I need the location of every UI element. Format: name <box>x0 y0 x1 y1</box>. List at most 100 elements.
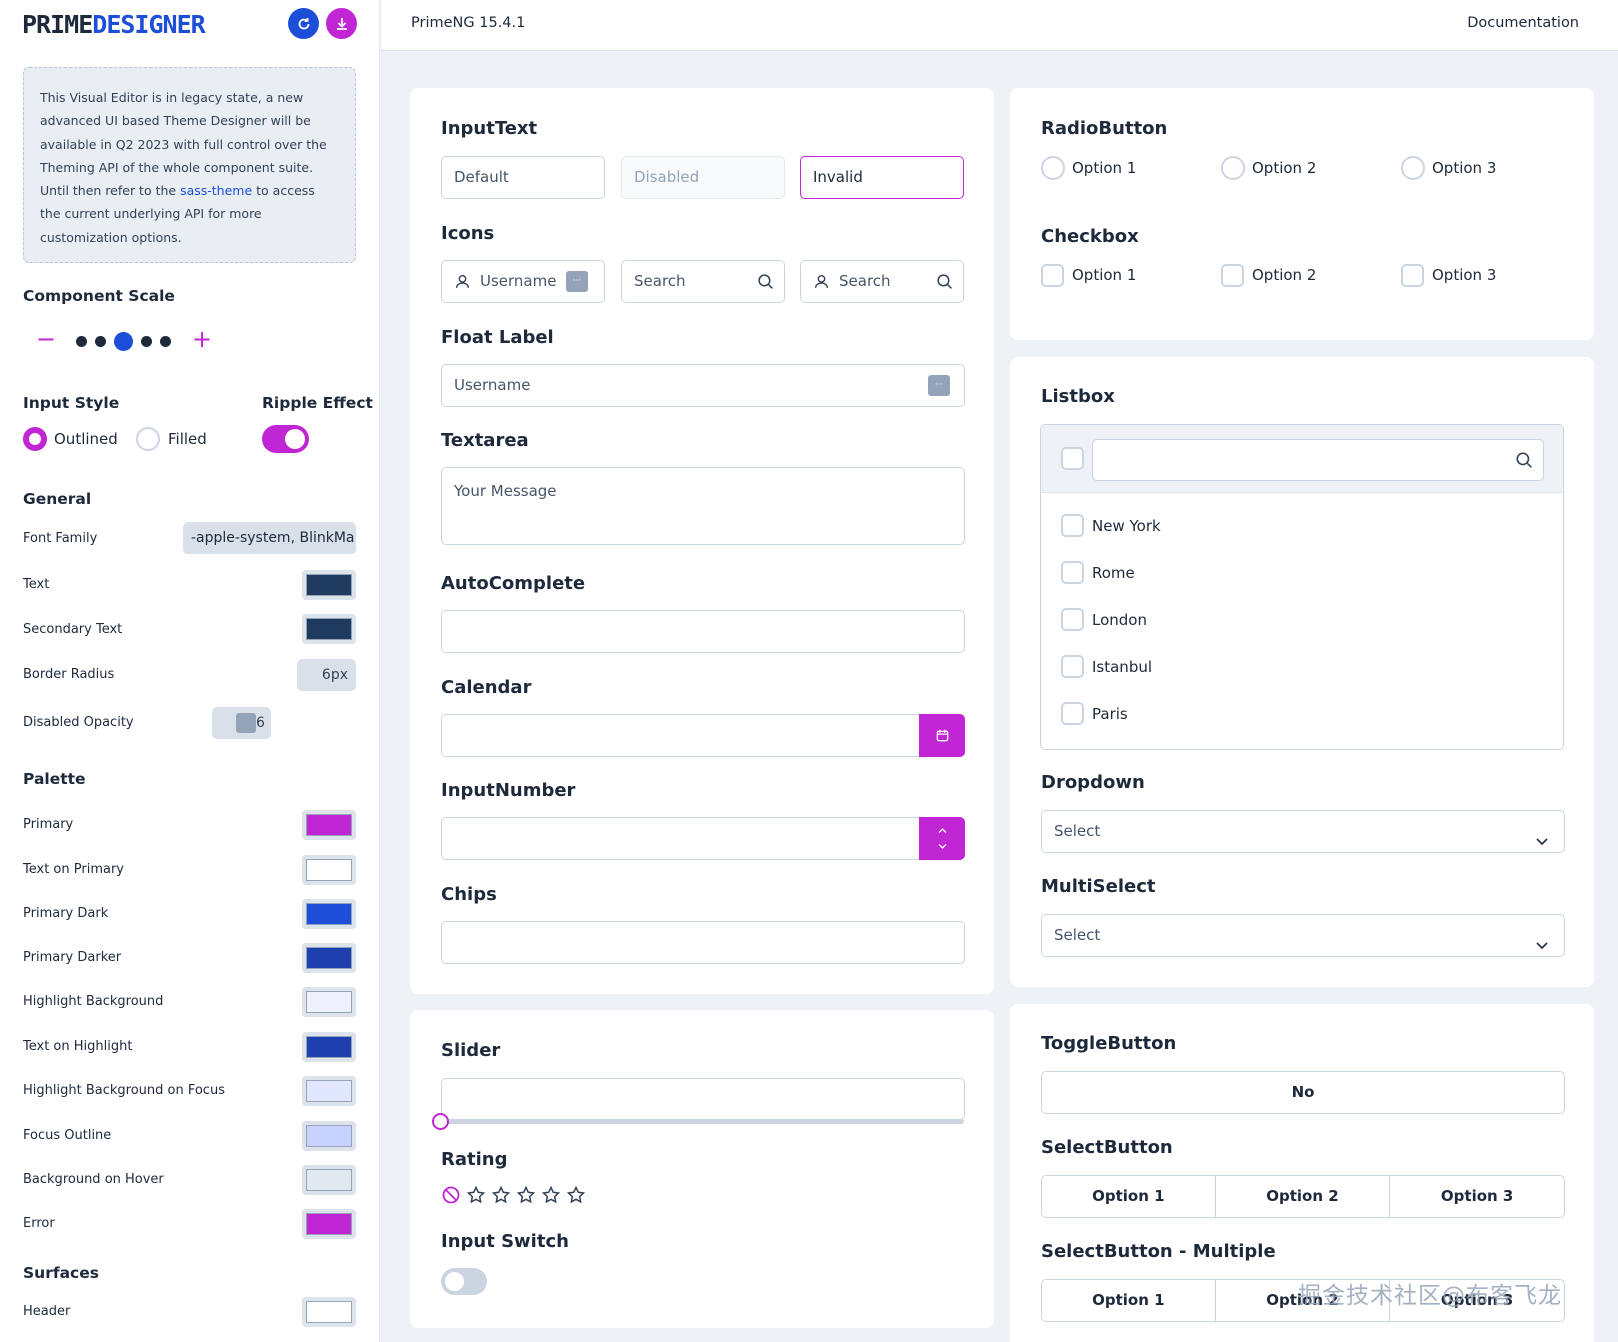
list-item[interactable]: Rome <box>1041 552 1563 596</box>
slider-handle[interactable] <box>432 1113 449 1130</box>
outlined-radio[interactable] <box>23 427 47 451</box>
disabled-opacity-label: Disabled Opacity <box>23 715 134 730</box>
slider-value-input[interactable] <box>441 1078 965 1120</box>
swatch-fill <box>306 1080 352 1102</box>
inputnumber-input[interactable] <box>441 817 921 860</box>
disabled-opacity-input[interactable]: 6 <box>212 707 271 739</box>
checkbox-option-2[interactable] <box>1221 264 1244 287</box>
calendar-button[interactable] <box>919 714 965 757</box>
slider-track[interactable] <box>440 1119 964 1124</box>
primedesigner-logo: PRIMEDESIGNER <box>22 10 206 39</box>
inputnumber-spinner[interactable] <box>919 817 965 860</box>
chevron-down-icon[interactable] <box>937 841 948 852</box>
scale-step-2[interactable] <box>95 336 106 347</box>
selectbutton-option-3[interactable]: Option 3 <box>1389 1175 1565 1218</box>
input-switch[interactable] <box>441 1268 487 1295</box>
radio-option-1[interactable] <box>1041 156 1065 180</box>
radio-option-2[interactable] <box>1221 156 1245 180</box>
list-item-label: Rome <box>1092 564 1135 582</box>
list-item-checkbox[interactable] <box>1061 655 1084 678</box>
list-item-label: Istanbul <box>1092 658 1153 676</box>
font-family-input[interactable]: -apple-system, BlinkMa <box>183 522 356 554</box>
autocomplete-input[interactable] <box>441 610 965 653</box>
default-input[interactable]: Default <box>441 156 605 199</box>
header-surface-swatch[interactable] <box>302 1297 356 1327</box>
list-item-checkbox[interactable] <box>1061 608 1084 631</box>
star-icon[interactable] <box>491 1185 511 1205</box>
error-swatch[interactable] <box>302 1209 356 1239</box>
scale-increase-button[interactable]: + <box>192 327 212 351</box>
chips-title: Chips <box>441 884 497 905</box>
star-icon[interactable] <box>516 1185 536 1205</box>
download-button[interactable] <box>326 8 357 39</box>
sass-theme-link[interactable]: sass-theme <box>180 183 252 198</box>
rating-cancel-icon[interactable] <box>441 1185 461 1205</box>
highlight-background-swatch[interactable] <box>302 987 356 1017</box>
documentation-link[interactable]: Documentation <box>1467 15 1579 31</box>
text-color-swatch[interactable] <box>302 570 356 600</box>
message-textarea[interactable]: Your Message <box>441 467 965 545</box>
chips-input[interactable] <box>441 921 965 964</box>
focus-outline-swatch[interactable] <box>302 1121 356 1151</box>
checkbox-option-3[interactable] <box>1401 264 1424 287</box>
error-label: Error <box>23 1216 55 1231</box>
dropdown-select[interactable]: Select <box>1041 810 1565 853</box>
search-input-both-icons[interactable]: Search <box>800 260 964 303</box>
selectbutton-option-1[interactable]: Option 1 <box>1041 1175 1216 1218</box>
float-label-input[interactable]: Username ··· <box>441 364 965 407</box>
background-on-hover-swatch[interactable] <box>302 1165 356 1195</box>
toggle-button[interactable]: No <box>1041 1071 1565 1114</box>
calendar-input[interactable] <box>441 714 921 757</box>
star-icon[interactable] <box>566 1185 586 1205</box>
username-icon-input[interactable]: Username ··· <box>441 260 605 303</box>
listbox-filter-input[interactable] <box>1092 439 1544 481</box>
theme-designer-sidebar: PRIMEDESIGNER This Visual Editor is in l… <box>0 0 380 1342</box>
checkbox-option-1[interactable] <box>1041 264 1064 287</box>
general-title: General <box>23 490 92 508</box>
highlight-background-on-focus-swatch[interactable] <box>302 1076 356 1106</box>
text-on-highlight-swatch[interactable] <box>302 1032 356 1062</box>
radiobutton-title: RadioButton <box>1041 118 1168 139</box>
selectbutton-multiple-option-1[interactable]: Option 1 <box>1041 1279 1216 1322</box>
select-all-checkbox[interactable] <box>1061 447 1084 470</box>
filled-label: Filled <box>168 430 207 448</box>
scale-step-4[interactable] <box>141 336 152 347</box>
list-item[interactable]: New York <box>1041 505 1563 549</box>
calendar-title: Calendar <box>441 677 532 698</box>
list-item[interactable]: Paris <box>1041 693 1563 737</box>
filled-radio[interactable] <box>136 427 160 451</box>
list-item-checkbox[interactable] <box>1061 514 1084 537</box>
inputnumber-title: InputNumber <box>441 780 576 801</box>
list-item[interactable]: Istanbul <box>1041 646 1563 690</box>
primary-swatch[interactable] <box>302 810 356 840</box>
list-item-checkbox[interactable] <box>1061 702 1084 725</box>
secondary-text-swatch[interactable] <box>302 614 356 644</box>
list-item-checkbox[interactable] <box>1061 561 1084 584</box>
search-input-right-icon[interactable]: Search <box>621 260 785 303</box>
listbox-header <box>1041 425 1563 493</box>
ripple-effect-switch[interactable] <box>262 425 309 453</box>
primary-darker-swatch[interactable] <box>302 943 356 973</box>
primary-dark-swatch[interactable] <box>302 899 356 929</box>
swatch-fill <box>306 1301 352 1323</box>
reset-button[interactable] <box>288 8 319 39</box>
chevron-up-icon[interactable] <box>937 825 948 836</box>
selectbutton-option-2[interactable]: Option 2 <box>1214 1175 1391 1218</box>
scale-step-3-active[interactable] <box>114 332 133 351</box>
download-icon <box>336 17 347 30</box>
border-radius-label: Border Radius <box>23 667 115 682</box>
scale-step-1[interactable] <box>76 336 87 347</box>
text-on-primary-swatch[interactable] <box>302 855 356 885</box>
border-radius-input[interactable]: 6px <box>297 659 356 691</box>
inputtext-title: InputText <box>441 118 538 139</box>
star-icon[interactable] <box>541 1185 561 1205</box>
radio-option-3[interactable] <box>1401 156 1425 180</box>
invalid-input[interactable]: Invalid <box>800 156 964 199</box>
list-item[interactable]: London <box>1041 599 1563 643</box>
multiselect-select[interactable]: Select <box>1041 914 1565 957</box>
scale-step-5[interactable] <box>160 336 171 347</box>
star-icon[interactable] <box>466 1185 486 1205</box>
scale-decrease-button[interactable]: − <box>36 327 56 351</box>
version-label: PrimeNG 15.4.1 <box>411 15 526 31</box>
checkbox-title: Checkbox <box>1041 226 1139 247</box>
